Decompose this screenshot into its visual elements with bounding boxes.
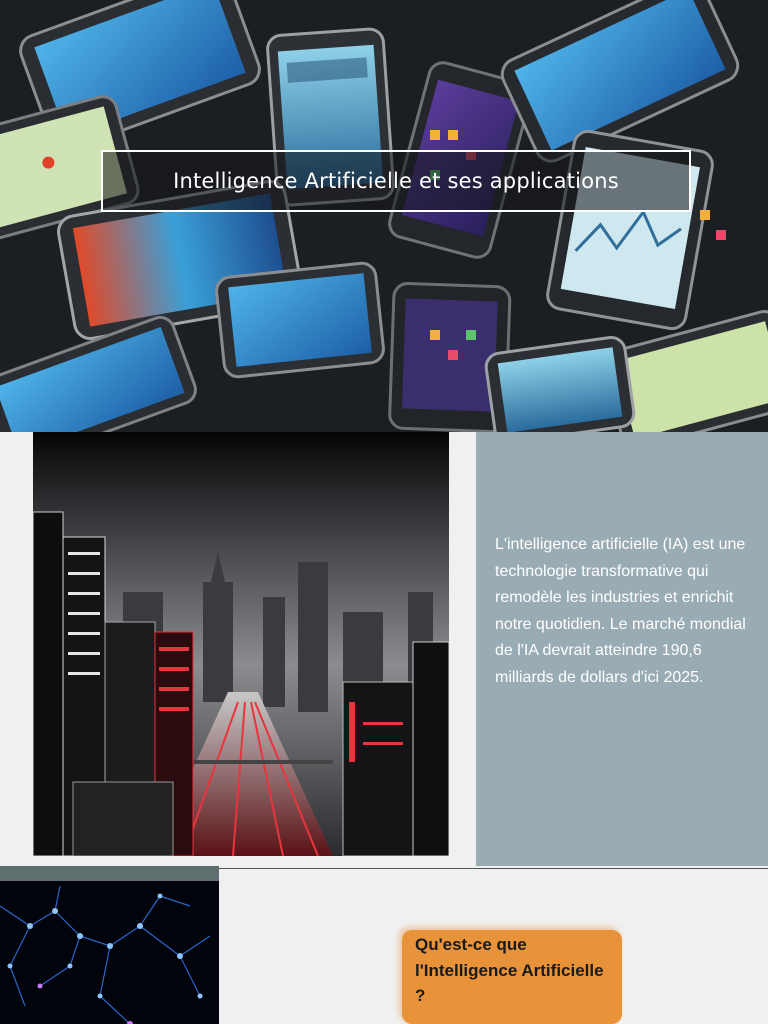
page-title: Intelligence Artificielle et ses applica…: [173, 169, 619, 193]
network-image-panel: [0, 866, 219, 1024]
divider-line: [219, 868, 768, 869]
what-is-ai-callout[interactable]: Qu'est-ce que l'Intelligence Artificiell…: [402, 930, 622, 1024]
info-panel: L'intelligence artificielle (IA) est une…: [476, 432, 768, 866]
hero-banner: Intelligence Artificielle et ses applica…: [0, 0, 768, 432]
title-box: Intelligence Artificielle et ses applica…: [101, 150, 691, 212]
futuristic-city-image: [33, 432, 449, 856]
info-text: L'intelligence artificielle (IA) est une…: [495, 536, 746, 686]
phones-collage-image: [0, 0, 768, 432]
callout-label: Qu'est-ce que l'Intelligence Artificiell…: [415, 935, 604, 1005]
city-image-panel: [33, 432, 449, 856]
neural-network-image: [0, 881, 219, 1024]
